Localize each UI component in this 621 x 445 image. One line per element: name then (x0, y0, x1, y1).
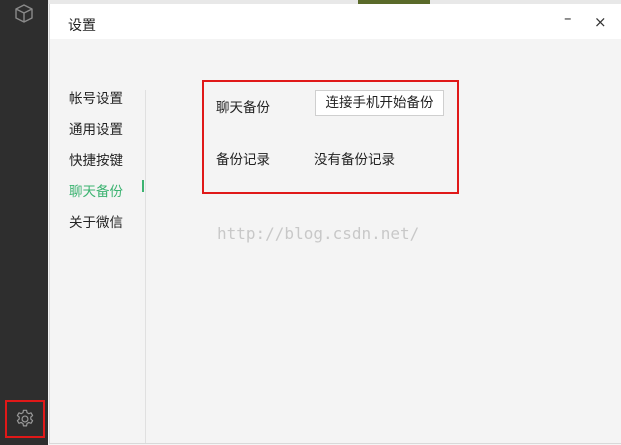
cube-icon[interactable] (13, 2, 35, 24)
settings-button[interactable] (5, 400, 45, 438)
nav-item-shortcuts[interactable]: 快捷按键 (69, 149, 123, 169)
close-button[interactable]: × (594, 13, 607, 31)
nav-item-account[interactable]: 帐号设置 (69, 87, 123, 107)
watermark-text: http://blog.csdn.net/ (217, 224, 420, 243)
nav-divider (145, 90, 146, 443)
backup-record-label: 备份记录 (216, 152, 270, 168)
backup-record-value: 没有备份记录 (314, 152, 395, 168)
nav-item-chat-backup[interactable]: 聊天备份 (69, 180, 123, 200)
app-sidebar (0, 0, 48, 445)
active-indicator (142, 180, 144, 192)
start-backup-button[interactable]: 连接手机开始备份 (315, 90, 444, 116)
dialog-title: 设置 (68, 18, 96, 34)
settings-nav: 帐号设置 通用设置 快捷按键 聊天备份 关于微信 (50, 39, 146, 443)
title-bar: 设置 – × (50, 4, 621, 39)
gear-icon (16, 409, 34, 427)
settings-dialog: 设置 – × 帐号设置 通用设置 快捷按键 聊天备份 关于微信 聊天备份 连接手… (49, 4, 621, 444)
nav-item-about[interactable]: 关于微信 (69, 211, 123, 231)
nav-item-general[interactable]: 通用设置 (69, 118, 123, 138)
minimize-button[interactable]: – (564, 9, 572, 27)
chat-backup-label: 聊天备份 (216, 100, 270, 116)
